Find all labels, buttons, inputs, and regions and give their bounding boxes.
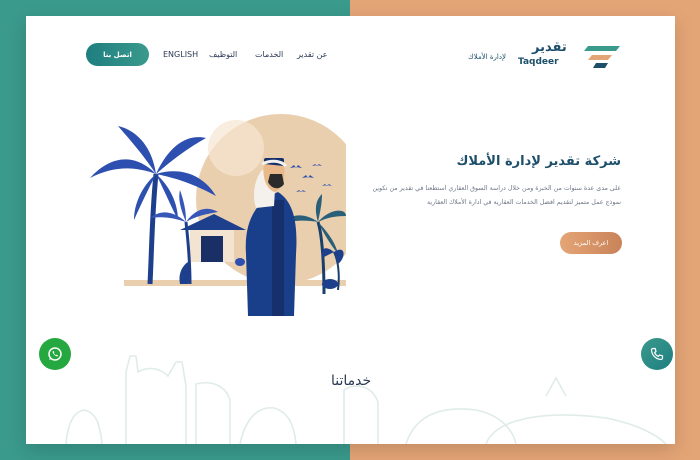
services-title: خدماتنا bbox=[331, 373, 372, 389]
whatsapp-button[interactable] bbox=[39, 338, 71, 370]
logo-arabic: تقدير bbox=[532, 40, 567, 55]
nav-services[interactable]: الخدمات bbox=[255, 50, 283, 59]
nav-jobs[interactable]: التوظيف bbox=[209, 50, 237, 59]
learn-more-button[interactable]: اعرف المزيد bbox=[560, 232, 622, 254]
whatsapp-icon bbox=[48, 347, 62, 361]
contact-button[interactable]: اتصل بنا bbox=[86, 43, 149, 66]
nav-english[interactable]: ENGLISH bbox=[163, 50, 198, 59]
hero-description: على مدى عدة سنوات من الخبرة ومن خلال درا… bbox=[372, 185, 621, 206]
logo-english: Taqdeer bbox=[518, 57, 559, 67]
page-card: اتصل بنا ENGLISH التوظيف الخدمات عن تقدي… bbox=[26, 16, 675, 444]
phone-button[interactable] bbox=[641, 338, 673, 370]
phone-icon bbox=[650, 347, 664, 361]
hero-title: شركة تقدير لإدارة الأملاك bbox=[456, 154, 621, 169]
nav-about[interactable]: عن تقدير bbox=[297, 50, 328, 59]
logo-subtitle: لإدارة الأملاك bbox=[468, 53, 506, 61]
hero-illustration bbox=[90, 114, 346, 316]
logo-mark-icon bbox=[584, 46, 620, 68]
